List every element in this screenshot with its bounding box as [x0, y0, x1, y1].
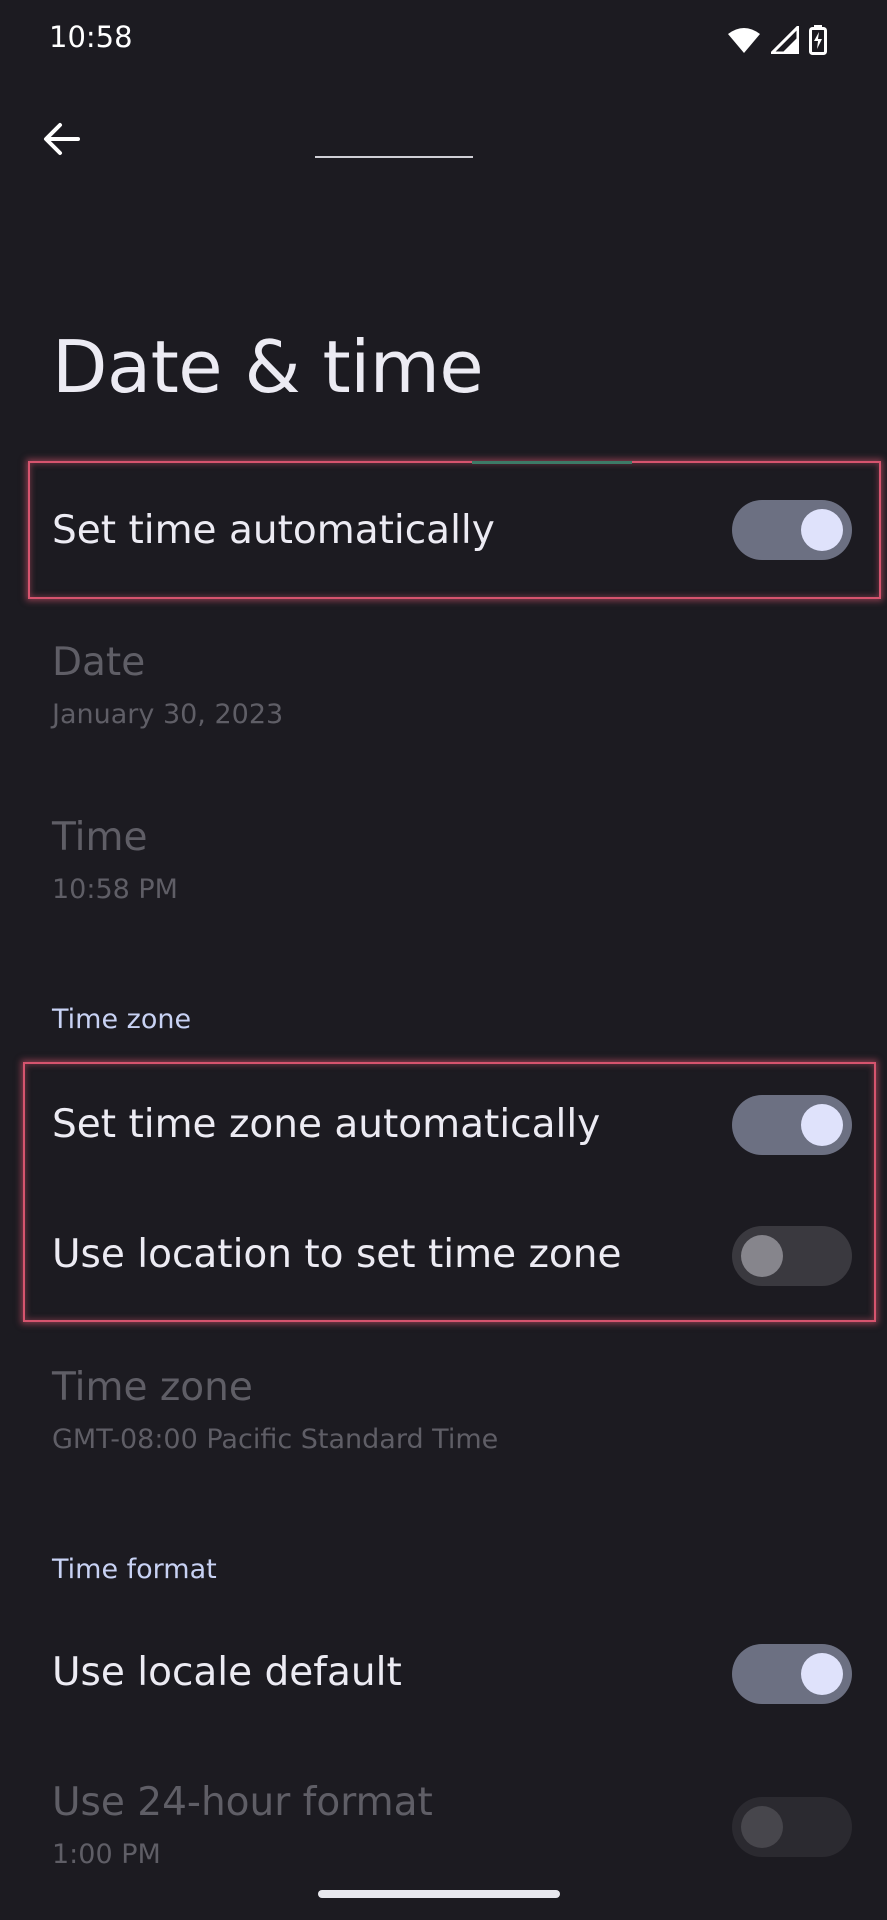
- setting-use-locale-default[interactable]: Use locale default: [0, 1610, 887, 1740]
- setting-use-location[interactable]: Use location to set time zone: [0, 1192, 887, 1322]
- toggle-knob: [801, 1104, 843, 1146]
- back-button[interactable]: [36, 116, 86, 166]
- title-divider: [315, 156, 473, 158]
- section-header-time-zone: Time zone: [52, 1004, 192, 1035]
- setting-value: 10:58 PM: [52, 874, 178, 905]
- battery-charging-icon: [809, 25, 827, 55]
- section-header-time-format: Time format: [52, 1554, 217, 1585]
- setting-date[interactable]: Date January 30, 2023: [0, 620, 887, 750]
- status-time: 10:58: [49, 20, 133, 54]
- setting-label: Time zone: [52, 1365, 253, 1410]
- toggle-knob: [801, 509, 843, 551]
- arrow-back-icon: [42, 122, 80, 160]
- setting-set-time-zone-automatically[interactable]: Set time zone automatically: [0, 1062, 887, 1192]
- setting-label: Date: [52, 640, 146, 685]
- cellular-signal-icon: [771, 26, 799, 54]
- setting-label: Set time automatically: [52, 508, 495, 553]
- setting-set-time-automatically[interactable]: Set time automatically: [0, 465, 887, 595]
- setting-use-24-hour-format[interactable]: Use 24-hour format 1:00 PM: [0, 1760, 887, 1890]
- set-time-automatically-toggle[interactable]: [732, 500, 852, 560]
- toggle-knob: [801, 1653, 843, 1695]
- use-24-hour-format-toggle[interactable]: [732, 1797, 852, 1857]
- setting-label: Use locale default: [52, 1650, 402, 1695]
- toggle-knob: [741, 1235, 783, 1277]
- setting-value: January 30, 2023: [52, 699, 284, 730]
- setting-value: GMT-08:00 Pacific Standard Time: [52, 1424, 499, 1455]
- use-location-toggle[interactable]: [732, 1226, 852, 1286]
- setting-time[interactable]: Time 10:58 PM: [0, 795, 887, 925]
- toggle-knob: [741, 1806, 783, 1848]
- setting-label: Time: [52, 815, 148, 860]
- status-icons: [727, 25, 827, 55]
- setting-label: Use 24-hour format: [52, 1780, 433, 1825]
- page-title: Date & time: [52, 325, 484, 409]
- highlight-accent-line: [472, 461, 632, 464]
- setting-value: 1:00 PM: [52, 1839, 161, 1870]
- setting-label: Set time zone automatically: [52, 1102, 601, 1147]
- status-bar: 10:58: [0, 0, 887, 80]
- wifi-icon: [727, 26, 761, 54]
- gesture-nav-handle[interactable]: [318, 1890, 560, 1898]
- use-locale-default-toggle[interactable]: [732, 1644, 852, 1704]
- setting-label: Use location to set time zone: [52, 1232, 622, 1277]
- setting-time-zone[interactable]: Time zone GMT-08:00 Pacific Standard Tim…: [0, 1365, 887, 1495]
- set-time-zone-automatically-toggle[interactable]: [732, 1095, 852, 1155]
